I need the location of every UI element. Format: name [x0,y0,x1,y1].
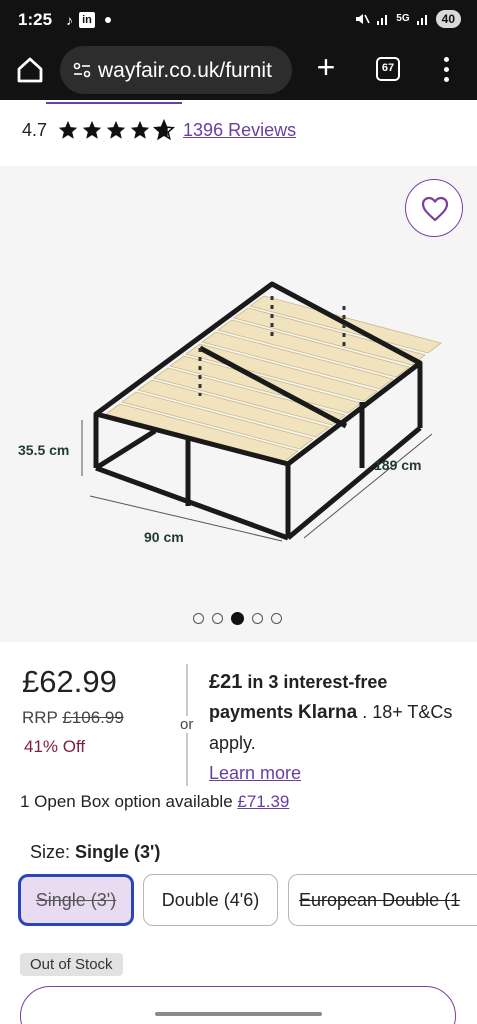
more-dot-icon [443,67,449,72]
dimension-length-label: 189 cm [374,457,422,473]
new-tab-button[interactable]: + [310,51,342,84]
linkedin-icon: in [79,12,95,28]
status-system-icons: 5G 40 [354,10,461,28]
star-full-icon [106,120,126,139]
open-box-price-link[interactable]: £71.39 [237,792,289,811]
star-full-icon [58,120,78,139]
site-settings-icon [73,62,91,78]
star-full-icon [130,120,150,139]
heart-icon [421,196,449,222]
home-button[interactable] [14,54,46,86]
size-option-european-double[interactable]: European Double (1 [288,874,477,926]
tiktok-icon: ♪ [66,12,73,28]
browser-menu-button[interactable] [438,54,454,86]
size-label: Size: [30,842,76,862]
favorite-button[interactable] [405,179,463,237]
dimension-height-label: 35.5 cm [18,442,70,458]
status-bar: 1:25 ♪ in 5G 40 [0,0,477,40]
open-box-row: 1 Open Box option available £71.39 [20,792,289,812]
rating-value: 4.7 [22,119,48,140]
reviews-link[interactable]: 1396 Reviews [183,120,296,141]
truncated-link[interactable] [46,100,182,104]
mute-icon [356,14,371,24]
5g-icon: 5G [396,13,410,24]
bed-slats [105,295,442,462]
rrp-value: £106.99 [62,708,124,727]
more-dot-icon [443,57,449,62]
address-bar[interactable]: wayfair.co.uk/furnit [60,46,292,94]
tab-switcher-button[interactable]: 67 [376,57,400,81]
status-time: 1:25 [18,10,53,29]
rrp-price: RRP £106.99 [22,708,124,728]
status-notification-icons: ♪ in [66,11,111,29]
klarna-logo: Klarna [298,702,358,723]
star-full-icon [82,120,102,139]
star-partial-icon [153,119,175,141]
size-selected-value: Single (3') [75,842,161,862]
size-option-label: European Double (1 [299,890,461,910]
url-text: wayfair.co.uk/furnit [98,59,272,82]
open-box-text: 1 Open Box option available [20,792,238,811]
battery-indicator: 40 [435,10,461,28]
size-option-single[interactable]: Single (3') [18,874,134,926]
signal-icon [377,15,388,25]
size-option-label: Double (4'6) [161,890,260,910]
browser-toolbar: wayfair.co.uk/furnit + 67 [0,40,477,100]
size-option-double[interactable]: Double (4'6) [143,874,278,926]
or-separator: or [179,716,195,733]
carousel-dot-active[interactable] [231,612,244,625]
current-price: £62.99 [22,664,117,699]
size-options: Single (3') Double (4'6) European Double… [18,874,477,928]
stock-status-badge: Out of Stock [20,953,123,976]
carousel-indicators [193,612,282,625]
carousel-dot[interactable] [212,613,223,624]
rating-row: 4.7 1396 Reviews [22,119,296,141]
signal-icon [416,15,427,25]
add-to-basket-button[interactable] [20,986,456,1024]
carousel-dot[interactable] [193,613,204,624]
size-heading: Size: Single (3') [30,842,160,863]
bed-frame-image [81,281,442,542]
notification-dot-icon [105,17,111,23]
more-dot-icon [443,77,449,82]
klarna-amount: £21 [209,671,243,693]
size-option-label: Single (3') [35,890,117,910]
carousel-dot[interactable] [271,613,282,624]
dimension-width-label: 90 cm [144,529,184,545]
learn-more-link[interactable]: Learn more [209,763,301,783]
rrp-label: RRP [22,708,58,727]
star-rating [57,119,175,141]
carousel-dot[interactable] [252,613,263,624]
gesture-nav-handle[interactable] [155,1012,322,1016]
home-icon [17,57,43,83]
discount-badge: 41% Off [24,737,86,756]
klarna-offer: £21 in 3 interest-free payments Klarna .… [209,667,459,788]
product-image-carousel[interactable] [0,166,477,642]
